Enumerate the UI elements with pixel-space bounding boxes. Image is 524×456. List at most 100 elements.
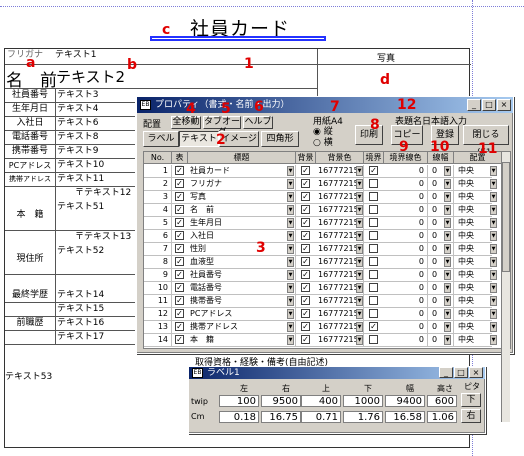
align-dropdown-icon[interactable]: ▼ xyxy=(490,218,497,228)
twip-value-cell[interactable]: 9400 xyxy=(385,395,425,407)
border-color-cell[interactable]: 0 xyxy=(384,191,428,203)
field-value[interactable]: テキスト11 xyxy=(57,173,104,186)
title-dropdown-icon[interactable]: ▼ xyxy=(287,335,294,345)
border-color-cell[interactable]: 0 xyxy=(384,334,428,346)
row-title-cell[interactable]: 血液型 xyxy=(188,256,296,268)
border-checkbox[interactable] xyxy=(369,335,378,344)
align-dropdown-icon[interactable]: ▼ xyxy=(490,179,497,189)
title-dropdown-icon[interactable]: ▼ xyxy=(287,179,294,189)
title-dropdown-icon[interactable]: ▼ xyxy=(287,296,294,306)
table-name-input-label[interactable]: 表題名日本語入力 xyxy=(395,114,467,127)
border-color-cell[interactable]: 0 xyxy=(384,165,428,177)
border-color-cell[interactable]: 0 xyxy=(384,295,428,307)
border-checkbox[interactable] xyxy=(369,205,378,214)
row-title-cell[interactable]: 携帯アドレス xyxy=(188,321,296,333)
field-value[interactable]: テキスト4 xyxy=(57,103,98,116)
line-width-dropdown-icon[interactable]: ▼ xyxy=(444,322,451,332)
tab-rect[interactable]: 四角形 xyxy=(261,131,299,147)
visible-checkbox[interactable]: ✓ xyxy=(175,179,184,188)
minimize-icon[interactable]: _ xyxy=(439,367,453,378)
line-width-dropdown-icon[interactable]: ▼ xyxy=(444,218,451,228)
line-width-dropdown-icon[interactable]: ▼ xyxy=(444,270,451,280)
bg-color-dropdown-icon[interactable]: ▼ xyxy=(356,244,363,254)
border-checkbox[interactable]: ✓ xyxy=(369,322,378,331)
row-title-cell[interactable]: 電話番号 xyxy=(188,282,296,294)
bg-color-dropdown-icon[interactable]: ▼ xyxy=(356,335,363,345)
honseki-zip[interactable]: 〒テキスト12 xyxy=(75,187,131,200)
align-dropdown-icon[interactable]: ▼ xyxy=(490,270,497,280)
bg-checkbox[interactable]: ✓ xyxy=(301,309,310,318)
twip-value-cell[interactable]: 400 xyxy=(301,395,341,407)
border-checkbox[interactable] xyxy=(369,218,378,227)
photo-label[interactable]: 写真 xyxy=(377,51,395,64)
close-icon[interactable]: × xyxy=(497,99,511,111)
border-color-cell[interactable]: 0 xyxy=(384,204,428,216)
grid-row[interactable]: 5 ✓ 生年月日 ▼ ✓ 16777215 ▼ 0 0 ▼ 中央 ▼ xyxy=(144,217,502,230)
visible-checkbox[interactable]: ✓ xyxy=(175,166,184,175)
bg-color-dropdown-icon[interactable]: ▼ xyxy=(356,270,363,280)
row-title-cell[interactable]: 名 前 xyxy=(188,204,296,216)
gakureki-label[interactable]: 最終学歴 xyxy=(5,289,55,302)
field-value[interactable]: テキスト6 xyxy=(57,117,98,130)
bg-color-dropdown-icon[interactable]: ▼ xyxy=(356,205,363,215)
title-dropdown-icon[interactable]: ▼ xyxy=(287,166,294,176)
visible-checkbox[interactable]: ✓ xyxy=(175,296,184,305)
row-title-cell[interactable]: PCアドレス xyxy=(188,308,296,320)
help-button[interactable]: ヘルプ xyxy=(243,116,273,129)
row-title-cell[interactable]: 社員番号 xyxy=(188,269,296,281)
visible-checkbox[interactable]: ✓ xyxy=(175,335,184,344)
text53-field[interactable]: テキスト53 xyxy=(5,369,52,382)
genjusho-value[interactable]: テキスト52 xyxy=(57,245,104,258)
align-dropdown-icon[interactable]: ▼ xyxy=(490,257,497,267)
border-checkbox[interactable] xyxy=(369,192,378,201)
bg-color-dropdown-icon[interactable]: ▼ xyxy=(356,322,363,332)
align-dropdown-icon[interactable]: ▼ xyxy=(490,192,497,202)
border-checkbox[interactable] xyxy=(369,179,378,188)
title-dropdown-icon[interactable]: ▼ xyxy=(287,257,294,267)
align-dropdown-icon[interactable]: ▼ xyxy=(490,296,497,306)
t15-value[interactable]: テキスト15 xyxy=(57,303,104,316)
row-title-cell[interactable]: 入社日 xyxy=(188,230,296,242)
title-dropdown-icon[interactable]: ▼ xyxy=(287,283,294,293)
tab-order-button[interactable]: タブオーダ xyxy=(203,116,241,138)
border-checkbox[interactable] xyxy=(369,270,378,279)
snap-right-button[interactable]: 右 xyxy=(461,409,481,423)
radio-landscape[interactable]: ○ 横 xyxy=(313,135,333,148)
border-checkbox[interactable] xyxy=(369,257,378,266)
grid-row[interactable]: 6 ✓ 入社日 ▼ ✓ 16777215 ▼ 0 0 ▼ 中央 ▼ xyxy=(144,230,502,243)
border-color-cell[interactable]: 0 xyxy=(384,282,428,294)
border-color-cell[interactable]: 0 xyxy=(384,230,428,242)
genjusho-label[interactable]: 現住所 xyxy=(5,253,55,266)
cm-value-cell[interactable]: 1.76 xyxy=(343,411,383,423)
close-icon[interactable]: × xyxy=(469,367,483,378)
maximize-icon[interactable]: □ xyxy=(482,99,496,111)
field-label[interactable]: 携帯番号 xyxy=(5,145,55,158)
row-title-cell[interactable]: 性別 xyxy=(188,243,296,255)
border-color-cell[interactable]: 0 xyxy=(384,178,428,190)
grid-row[interactable]: 13 ✓ 携帯アドレス ▼ ✓ 16777215 ▼ ✓ 0 0 ▼ 中央 ▼ xyxy=(144,321,502,334)
genjusho-zip[interactable]: 〒テキスト13 xyxy=(75,231,131,244)
scrollbar-thumb[interactable] xyxy=(502,162,510,272)
bg-color-dropdown-icon[interactable]: ▼ xyxy=(356,283,363,293)
name-value[interactable]: テキスト2 xyxy=(56,66,125,87)
border-checkbox[interactable] xyxy=(369,231,378,240)
bg-color-dropdown-icon[interactable]: ▼ xyxy=(356,231,363,241)
border-color-cell[interactable]: 0 xyxy=(384,217,428,229)
row-title-cell[interactable]: 携帯番号 xyxy=(188,295,296,307)
align-dropdown-icon[interactable]: ▼ xyxy=(490,231,497,241)
title-selection-box[interactable] xyxy=(150,36,326,41)
align-dropdown-icon[interactable]: ▼ xyxy=(490,322,497,332)
visible-checkbox[interactable]: ✓ xyxy=(175,192,184,201)
tab-text[interactable]: テキスト xyxy=(179,131,219,147)
grid-row[interactable]: 4 ✓ 名 前 ▼ ✓ 16777215 ▼ 0 0 ▼ 中央 ▼ xyxy=(144,204,502,217)
bg-color-dropdown-icon[interactable]: ▼ xyxy=(356,179,363,189)
title-dropdown-icon[interactable]: ▼ xyxy=(287,192,294,202)
bg-color-dropdown-icon[interactable]: ▼ xyxy=(356,296,363,306)
t16-value[interactable]: テキスト16 xyxy=(57,317,104,330)
bg-checkbox[interactable]: ✓ xyxy=(301,244,310,253)
twip-value-cell[interactable]: 600 xyxy=(427,395,457,407)
border-color-cell[interactable]: 0 xyxy=(384,321,428,333)
field-label[interactable]: PCアドレス xyxy=(5,159,55,172)
visible-checkbox[interactable]: ✓ xyxy=(175,283,184,292)
grid-scrollbar[interactable] xyxy=(501,152,510,422)
